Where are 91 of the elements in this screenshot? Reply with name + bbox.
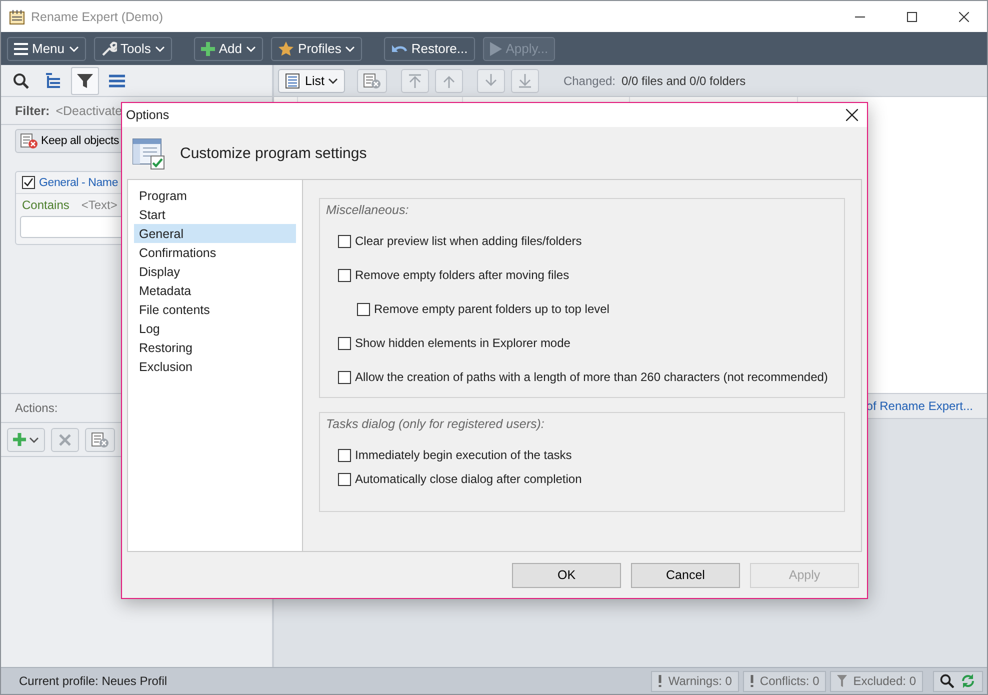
- dialog-heading: Customize program settings: [180, 144, 367, 162]
- category-item[interactable]: Display: [134, 262, 296, 281]
- caret-icon: [154, 46, 165, 52]
- toolbar-button[interactable]: Restore...: [384, 36, 475, 60]
- clear-list-icon: [91, 432, 109, 448]
- star-icon: [278, 40, 294, 56]
- caret-icon: [246, 46, 256, 52]
- changed-label: Changed:: [563, 74, 616, 88]
- option-label: Automatically close dialog after completion: [355, 472, 582, 486]
- condition-label: Contains: [22, 198, 70, 212]
- operand-label: <Text>: [81, 198, 118, 212]
- refresh-icon: [960, 673, 976, 689]
- search-icon: [940, 674, 954, 688]
- filter-title: General - Name: [39, 176, 118, 188]
- option-label: Show hidden elements in Explorer mode: [355, 336, 570, 350]
- status-counter[interactable]: Warnings: 0: [651, 670, 739, 692]
- close-icon: [846, 109, 858, 121]
- move-bottom-icon: [518, 74, 532, 88]
- move-top-icon: [408, 74, 422, 88]
- category-item[interactable]: Program: [134, 186, 296, 205]
- option-label: Remove empty folders after moving files: [355, 268, 570, 282]
- play-icon: [490, 42, 502, 56]
- dialog-title: Options: [126, 108, 170, 122]
- checkbox[interactable]: [338, 472, 351, 486]
- menu-icon: [14, 42, 28, 54]
- category-item[interactable]: Confirmations: [134, 243, 296, 262]
- delete-icon: [59, 434, 71, 446]
- category-item[interactable]: File contents: [134, 300, 296, 319]
- category-item[interactable]: Restoring: [134, 338, 296, 357]
- filter-value: <Deactivate: [56, 104, 122, 118]
- plus-icon: [200, 42, 215, 56]
- clear-list-icon: [20, 133, 38, 149]
- toolbar-button[interactable]: Tools: [94, 36, 172, 60]
- toolbar-button[interactable]: Add: [194, 36, 264, 60]
- category-item[interactable]: Start: [134, 205, 296, 224]
- dialog-button[interactable]: OK: [512, 562, 621, 588]
- filter-icon: [837, 675, 848, 687]
- list-icon: [285, 72, 301, 88]
- actions-label: Actions:: [15, 401, 58, 415]
- filter-label: Filter:: [15, 104, 50, 118]
- clear-list-button[interactable]: [357, 68, 388, 92]
- option-label: Allow the creation of paths with a length of more than 260 characters (not recommended): [355, 370, 828, 384]
- arrow-down-icon: [484, 74, 498, 88]
- category-item[interactable]: Log: [134, 319, 296, 338]
- warning-icon: [750, 675, 754, 687]
- category-item[interactable]: Metadata: [134, 281, 296, 300]
- maximize-icon[interactable]: [907, 12, 917, 22]
- group-title: Tasks dialog (only for registered users):: [326, 417, 546, 431]
- option-label: Immediately begin execution of the tasks: [355, 448, 572, 462]
- option-label: Remove empty parent folders up to top level: [374, 302, 610, 316]
- caret-icon: [29, 436, 39, 442]
- checkbox[interactable]: [338, 234, 351, 248]
- app-icon: [9, 8, 25, 24]
- list-icon: [109, 74, 125, 88]
- settings-window-icon: [132, 136, 166, 170]
- category-item[interactable]: General: [134, 224, 296, 243]
- search-refresh-button[interactable]: [933, 670, 983, 692]
- toolbar-button[interactable]: Profiles: [271, 36, 362, 60]
- window-title: Rename Expert (Demo): [31, 10, 164, 24]
- panel-tab[interactable]: [71, 66, 99, 94]
- toolbar-button[interactable]: Menu: [7, 36, 86, 60]
- option-label: Clear preview list when adding files/folders: [355, 234, 582, 248]
- current-profile: Current profile: Neues Profil: [19, 674, 168, 688]
- group-title: Miscellaneous:: [326, 203, 410, 217]
- caret-icon: [345, 46, 356, 52]
- search-icon: [13, 72, 29, 88]
- checkbox[interactable]: [357, 302, 370, 316]
- keep-all-button[interactable]: Keep all objects: [15, 129, 124, 153]
- close-icon[interactable]: [959, 12, 969, 22]
- checkbox[interactable]: [338, 448, 351, 462]
- checkbox[interactable]: [338, 268, 351, 282]
- caret-icon: [68, 46, 79, 52]
- minimize-icon[interactable]: [855, 16, 865, 18]
- wrench-icon: [100, 40, 117, 56]
- clear-button[interactable]: [85, 428, 115, 452]
- warning-icon: [658, 675, 662, 687]
- category-item[interactable]: Exclusion: [134, 357, 296, 376]
- checkbox[interactable]: [22, 176, 35, 189]
- arrow-up-icon: [442, 74, 456, 88]
- view-dropdown[interactable]: List: [278, 68, 346, 92]
- tree-icon: [45, 72, 61, 88]
- dialog-button[interactable]: Cancel: [631, 562, 740, 588]
- status-counter[interactable]: Conflicts: 0: [742, 670, 826, 692]
- caret-icon: [328, 78, 338, 84]
- checkbox[interactable]: [338, 336, 351, 350]
- changed-value: 0/0 files and 0/0 folders: [622, 74, 746, 88]
- filter-icon: [77, 72, 93, 88]
- status-counter[interactable]: Excluded: 0: [830, 670, 923, 692]
- plus-icon: [13, 433, 26, 446]
- checkbox[interactable]: [338, 370, 351, 384]
- clear-list-icon: [363, 72, 382, 88]
